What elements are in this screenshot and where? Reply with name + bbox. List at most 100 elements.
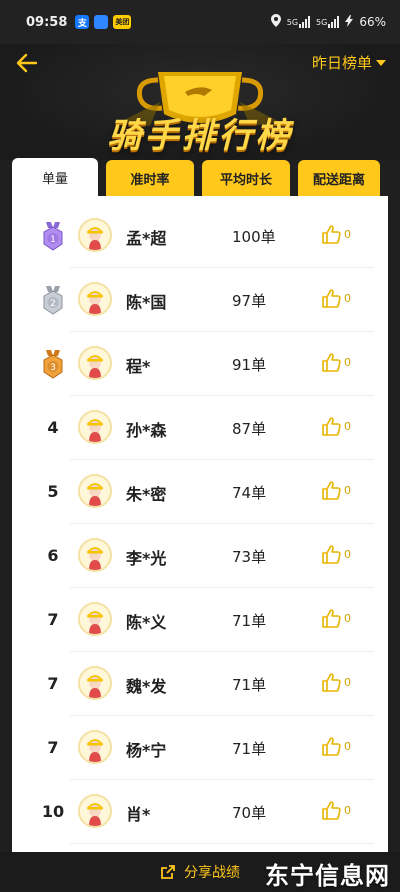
watermark: 东宁信息网 (265, 862, 390, 890)
like-button[interactable]: 0 (320, 415, 351, 437)
like-count: 0 (344, 291, 351, 305)
location-icon (270, 14, 281, 30)
bottom-bar: 分享战绩 东宁信息网 (0, 852, 400, 892)
rider-avatar (78, 282, 112, 316)
rider-row: 2 陈*国 97单 0 (12, 268, 388, 332)
row-divider (70, 843, 374, 844)
rank-medal-icon: 1 (43, 222, 63, 251)
rider-row: 7 魏*发 71单 0 (12, 652, 388, 716)
rider-order-count: 71单 (232, 676, 267, 694)
thumbs-up-icon (322, 545, 341, 564)
like-count: 0 (344, 611, 351, 625)
rider-name: 陈*义 (126, 613, 167, 632)
rider-avatar (78, 346, 112, 380)
medal-rank-number: 3 (50, 363, 56, 373)
signal-2-icon: 5G (316, 16, 340, 28)
page-title: 骑手排行榜 (107, 116, 293, 156)
rider-row: 4 孙*森 87单 0 (12, 396, 388, 460)
tab-on-time-rate[interactable]: 准时率 (106, 160, 194, 196)
rank-medal-icon: 2 (43, 286, 63, 315)
status-time: 09:58 (26, 14, 68, 30)
thumbs-up-icon (322, 353, 341, 372)
rider-order-count: 74单 (232, 484, 267, 502)
rider-name: 程* (126, 357, 151, 376)
rider-order-count: 71单 (232, 612, 267, 630)
network-type: 5G (286, 17, 299, 27)
like-count: 0 (344, 419, 351, 433)
rider-avatar (78, 474, 112, 508)
tab-delivery-distance[interactable]: 配送距离 (298, 160, 380, 196)
rider-name: 李*光 (126, 549, 167, 568)
share-button[interactable]: 分享战绩 (160, 862, 240, 882)
caret-down-icon (376, 59, 386, 66)
rider-order-count: 100单 (232, 228, 276, 246)
like-button[interactable]: 0 (320, 799, 351, 821)
rider-name: 陈*国 (126, 293, 167, 312)
rider-avatar (78, 218, 112, 252)
thumbs-up-icon (322, 801, 341, 820)
like-button[interactable]: 0 (320, 607, 351, 629)
rider-order-count: 87单 (232, 420, 267, 438)
thumbs-up-icon (322, 609, 341, 628)
rider-avatar (78, 538, 112, 572)
rider-avatar (78, 602, 112, 636)
rider-name: 孙*森 (126, 421, 167, 440)
rider-row: 3 程* 91单 0 (12, 332, 388, 396)
rider-row: 6 李*光 73单 0 (12, 524, 388, 588)
like-button[interactable]: 0 (320, 479, 351, 501)
like-count: 0 (344, 547, 351, 561)
back-arrow-icon[interactable] (14, 50, 40, 76)
status-bar: 09:58 支 美团 5G 5G 66% (0, 0, 400, 44)
tab-order-count[interactable]: 单量 (12, 158, 98, 196)
rank-number: 5 (47, 482, 59, 501)
like-button[interactable]: 0 (320, 735, 351, 757)
meituan-notification-icon: 美团 (113, 15, 132, 29)
rider-avatar (78, 794, 112, 828)
rider-row: 5 朱*密 74单 0 (12, 460, 388, 524)
rank-number: 10 (41, 802, 65, 821)
tab-average-duration[interactable]: 平均时长 (202, 160, 290, 196)
like-count: 0 (344, 483, 351, 497)
rank-number: 7 (47, 610, 59, 629)
date-range-selector[interactable]: 昨日榜单 (312, 52, 386, 73)
rider-order-count: 73单 (232, 548, 267, 566)
battery-level: 66% (359, 15, 386, 29)
rider-ranking-list: 1 孟*超 100单 0 2 陈*国 97单 0 3 程* 91单 0 4 孙*… (12, 196, 388, 852)
rider-avatar (78, 410, 112, 444)
like-button[interactable]: 0 (320, 287, 351, 309)
alipay-notification-icon: 支 (75, 15, 90, 29)
rider-row: 10 肖* 70单 0 (12, 780, 388, 844)
rider-order-count: 97单 (232, 292, 267, 310)
thumbs-up-icon (322, 481, 341, 500)
rider-order-count: 91单 (232, 356, 267, 374)
rider-order-count: 70单 (232, 804, 267, 822)
thumbs-up-icon (322, 289, 341, 308)
thumbs-up-icon (322, 417, 341, 436)
thumbs-up-icon (322, 225, 341, 244)
rank-number: 7 (47, 738, 59, 757)
share-label: 分享战绩 (184, 865, 240, 881)
rider-row: 7 陈*义 71单 0 (12, 588, 388, 652)
date-range-label: 昨日榜单 (311, 54, 372, 72)
rank-number: 6 (47, 546, 59, 565)
like-count: 0 (344, 675, 351, 689)
rider-row: 7 杨*宁 71单 0 (12, 716, 388, 780)
rider-name: 魏*发 (126, 677, 167, 696)
like-button[interactable]: 0 (320, 671, 351, 693)
like-button[interactable]: 0 (320, 351, 351, 373)
rider-avatar (78, 730, 112, 764)
rider-avatar (78, 666, 112, 700)
like-count: 0 (344, 355, 351, 369)
rank-number: 4 (47, 418, 59, 437)
thumbs-up-icon (322, 673, 341, 692)
share-icon (161, 865, 175, 879)
like-button[interactable]: 0 (320, 223, 351, 245)
metric-tabs: 单量 准时率 平均时长 配送距离 (12, 158, 388, 196)
signal-1-icon: 5G (286, 16, 311, 28)
like-button[interactable]: 0 (320, 543, 351, 565)
like-count: 0 (344, 803, 351, 817)
like-count: 0 (344, 227, 351, 241)
rider-name: 肖* (126, 805, 151, 824)
thumbs-up-icon (322, 737, 341, 756)
leaderboard-header: 昨日榜单 骑手排行榜 (0, 44, 400, 160)
